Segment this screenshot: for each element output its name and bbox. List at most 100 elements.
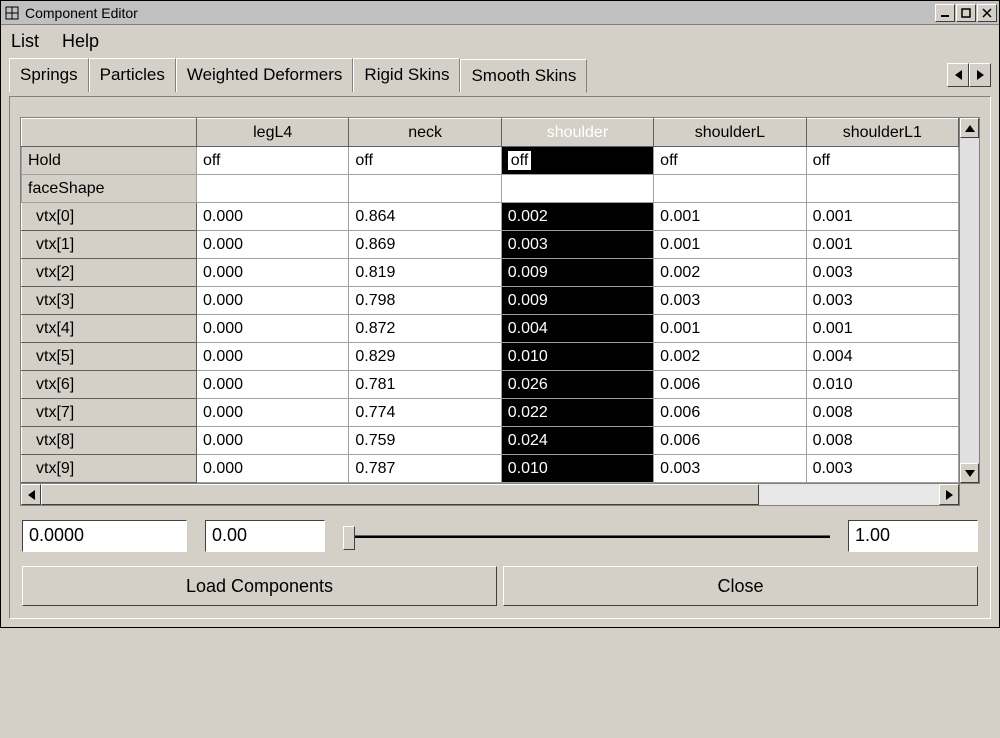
grid-cell[interactable]: 0.000 [197,399,349,427]
grid-cell[interactable]: 0.001 [806,203,958,231]
row-header[interactable]: vtx[6] [22,371,197,399]
min-input[interactable]: 0.00 [205,520,325,552]
grid-cell[interactable]: off [501,147,653,175]
grid-cell[interactable]: 0.024 [501,427,653,455]
tab-rigid-skins[interactable]: Rigid Skins [353,58,460,92]
scroll-left-button[interactable] [21,484,41,505]
row-header[interactable]: vtx[2] [22,259,197,287]
menu-list[interactable]: List [11,31,39,51]
scroll-right-button[interactable] [939,484,959,505]
grid-cell[interactable]: 0.781 [349,371,501,399]
row-header[interactable]: vtx[3] [22,287,197,315]
grid-cell[interactable] [349,175,501,203]
row-header[interactable]: vtx[5] [22,343,197,371]
grid-cell[interactable]: off [349,147,501,175]
row-header[interactable]: vtx[1] [22,231,197,259]
grid-cell[interactable]: off [654,147,806,175]
tab-weighted-deformers[interactable]: Weighted Deformers [176,58,354,92]
grid-cell[interactable]: 0.003 [654,287,806,315]
grid-cell[interactable]: 0.010 [501,343,653,371]
close-button[interactable] [977,4,997,22]
grid-cell[interactable]: 0.003 [806,287,958,315]
grid-cell[interactable]: 0.004 [501,315,653,343]
grid-cell[interactable]: 0.001 [806,315,958,343]
hscroll-thumb[interactable] [41,484,759,505]
grid-cell[interactable]: 0.006 [654,399,806,427]
close-panel-button[interactable]: Close [503,566,978,606]
tab-scroll-right-button[interactable] [969,63,991,87]
grid-cell[interactable]: 0.003 [501,231,653,259]
slider-thumb[interactable] [343,526,355,550]
tab-springs[interactable]: Springs [9,58,89,92]
tab-smooth-skins[interactable]: Smooth Skins [460,59,587,93]
grid-cell[interactable]: 0.004 [806,343,958,371]
column-header[interactable]: legL4 [197,119,349,147]
grid-cell[interactable]: 0.798 [349,287,501,315]
grid-cell[interactable]: 0.774 [349,399,501,427]
grid-cell[interactable]: 0.000 [197,231,349,259]
grid-cell[interactable]: 0.022 [501,399,653,427]
grid-cell[interactable]: 0.010 [806,371,958,399]
component-grid[interactable]: legL4neckshouldershoulderLshoulderL1 Hold… [21,118,959,483]
minimize-button[interactable] [935,4,955,22]
grid-cell[interactable]: 0.000 [197,287,349,315]
grid-cell[interactable]: 0.002 [501,203,653,231]
load-components-button[interactable]: Load Components [22,566,497,606]
grid-cell[interactable]: 0.829 [349,343,501,371]
grid-cell[interactable]: 0.000 [197,343,349,371]
grid-cell[interactable]: 0.006 [654,371,806,399]
grid-cell[interactable]: 0.008 [806,427,958,455]
grid-cell[interactable] [501,175,653,203]
grid-cell[interactable]: off [197,147,349,175]
grid-cell[interactable]: 0.009 [501,259,653,287]
maximize-button[interactable] [956,4,976,22]
tab-scroll-left-button[interactable] [947,63,969,87]
menu-help[interactable]: Help [62,31,99,51]
grid-cell[interactable]: 0.787 [349,455,501,483]
grid-cell[interactable]: 0.003 [654,455,806,483]
row-header[interactable]: vtx[8] [22,427,197,455]
grid-cell[interactable]: 0.000 [197,371,349,399]
max-input[interactable]: 1.00 [848,520,978,552]
row-header[interactable]: vtx[9] [22,455,197,483]
grid-cell[interactable]: 0.759 [349,427,501,455]
grid-cell[interactable]: 0.864 [349,203,501,231]
row-header[interactable]: Hold [22,147,197,175]
column-header[interactable]: shoulder [501,119,653,147]
vscroll-track[interactable] [960,138,979,463]
column-header[interactable]: neck [349,119,501,147]
horizontal-scrollbar[interactable] [20,484,960,506]
vertical-scrollbar[interactable] [960,117,980,484]
column-header[interactable]: shoulderL1 [806,119,958,147]
grid-cell[interactable]: 0.819 [349,259,501,287]
scroll-down-button[interactable] [960,463,979,483]
grid-cell[interactable]: 0.872 [349,315,501,343]
tab-particles[interactable]: Particles [89,58,176,92]
grid-cell[interactable]: 0.869 [349,231,501,259]
grid-cell[interactable]: 0.003 [806,259,958,287]
grid-cell[interactable]: 0.009 [501,287,653,315]
grid-cell[interactable]: 0.003 [806,455,958,483]
grid-cell[interactable] [654,175,806,203]
hscroll-track[interactable] [41,484,939,505]
grid-cell[interactable] [197,175,349,203]
grid-cell[interactable]: 0.008 [806,399,958,427]
grid-cell[interactable]: 0.000 [197,427,349,455]
grid-cell[interactable]: 0.010 [501,455,653,483]
grid-cell[interactable]: 0.000 [197,259,349,287]
row-header[interactable]: vtx[0] [22,203,197,231]
grid-cell[interactable]: 0.006 [654,427,806,455]
column-header[interactable]: shoulderL [654,119,806,147]
row-header[interactable]: vtx[7] [22,399,197,427]
row-header[interactable]: vtx[4] [22,315,197,343]
grid-cell[interactable] [806,175,958,203]
grid-cell[interactable]: 0.000 [197,455,349,483]
value-slider[interactable] [343,535,830,538]
grid-cell[interactable]: 0.001 [654,203,806,231]
grid-cell[interactable]: 0.002 [654,259,806,287]
grid-cell[interactable]: 0.000 [197,315,349,343]
grid-cell[interactable]: 0.001 [806,231,958,259]
grid-cell[interactable]: 0.002 [654,343,806,371]
value-input[interactable]: 0.0000 [22,520,187,552]
grid-cell[interactable]: 0.026 [501,371,653,399]
